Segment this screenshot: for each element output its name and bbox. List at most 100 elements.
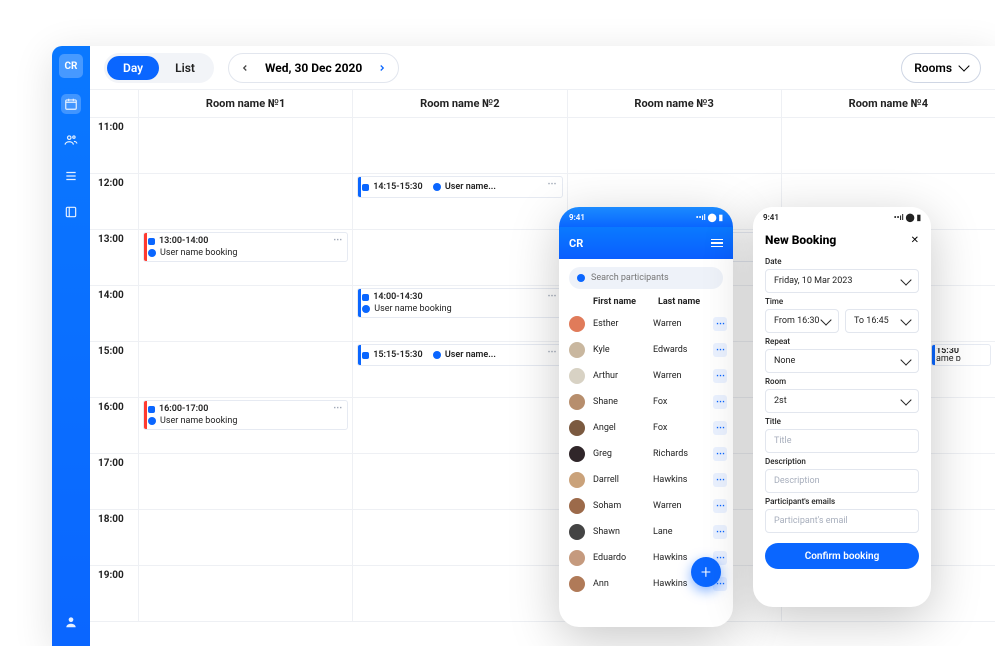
participant-row[interactable]: Soham Warren ⋯: [569, 493, 727, 519]
emails-input[interactable]: Participant's email: [765, 509, 919, 533]
rooms-dropdown-label: Rooms: [914, 61, 952, 75]
row-menu-icon[interactable]: ⋯: [713, 343, 727, 357]
description-input[interactable]: Description: [765, 469, 919, 493]
user-icon[interactable]: [61, 612, 81, 632]
first-name: Kyle: [593, 345, 645, 355]
avatar: [569, 368, 585, 384]
emails-label: Participant's emails: [765, 497, 919, 506]
room-label: Room: [765, 377, 919, 386]
participant-row[interactable]: Shane Fox ⋯: [569, 389, 727, 415]
view-list-button[interactable]: List: [159, 56, 211, 80]
event[interactable]: 15:15-15:30 User name... ⋯: [357, 344, 562, 366]
list-icon[interactable]: [61, 166, 81, 186]
mobile-logo[interactable]: CR: [569, 237, 583, 250]
last-name: Fox: [653, 397, 705, 407]
time-to-select[interactable]: To 16:45: [845, 309, 919, 333]
participant-row[interactable]: Greg Richards ⋯: [569, 441, 727, 467]
col-first: First name: [593, 297, 658, 307]
rooms-dropdown[interactable]: Rooms: [901, 53, 981, 83]
more-icon[interactable]: ⋯: [548, 291, 558, 301]
first-name: Ann: [593, 579, 645, 589]
app-logo[interactable]: CR: [59, 54, 83, 78]
last-name: Fox: [653, 423, 705, 433]
hour-label: 19:00: [90, 566, 138, 621]
more-icon[interactable]: ⋯: [548, 179, 558, 189]
participants-mobile: 9:41 ••ıl ⬤ ▮ CR First name Last name Es…: [559, 207, 733, 627]
participant-row[interactable]: Darrell Hawkins ⋯: [569, 467, 727, 493]
avatar: [569, 498, 585, 514]
first-name: Greg: [593, 449, 645, 459]
avatar: [569, 576, 585, 592]
last-name: Edwards: [653, 345, 705, 355]
view-day-button[interactable]: Day: [107, 56, 159, 80]
status-time: 9:41: [569, 213, 585, 222]
row-menu-icon[interactable]: ⋯: [713, 525, 727, 539]
more-icon[interactable]: ⋯: [548, 347, 558, 357]
row-menu-icon[interactable]: ⋯: [713, 421, 727, 435]
event[interactable]: 13:00-14:00 User name booking ⋯: [143, 232, 348, 262]
event[interactable]: 15:30 ame b: [931, 344, 991, 366]
next-day-button[interactable]: [370, 56, 394, 80]
row-menu-icon[interactable]: ⋯: [713, 395, 727, 409]
search-input[interactable]: [569, 267, 723, 289]
calendar-icon[interactable]: [61, 94, 81, 114]
date-picker: Wed, 30 Dec 2020: [228, 53, 399, 83]
rooms-icon[interactable]: [61, 202, 81, 222]
chevron-down-icon: [900, 274, 911, 285]
signal-icon: ••ıl ⬤ ▮: [894, 213, 921, 222]
row-menu-icon[interactable]: ⋯: [713, 499, 727, 513]
status-time: 9:41: [763, 213, 779, 222]
first-name: Shawn: [593, 527, 645, 537]
participant-row[interactable]: Esther Warren ⋯: [569, 311, 727, 337]
people-icon[interactable]: [61, 130, 81, 150]
menu-icon[interactable]: [711, 239, 723, 248]
participant-row[interactable]: Angel Fox ⋯: [569, 415, 727, 441]
row-menu-icon[interactable]: ⋯: [713, 369, 727, 383]
topbar: Day List Wed, 30 Dec 2020 Rooms: [90, 46, 995, 90]
last-name: Warren: [653, 501, 705, 511]
date-label: Date: [765, 257, 919, 266]
first-name: Shane: [593, 397, 645, 407]
mobile-header: CR: [559, 227, 733, 259]
hour-label: 12:00: [90, 174, 138, 229]
add-participant-button[interactable]: +: [691, 557, 721, 587]
room-select[interactable]: 2st: [765, 389, 919, 413]
event[interactable]: 14:00-14:30 User name booking ⋯: [357, 288, 562, 318]
more-icon[interactable]: ⋯: [333, 235, 343, 245]
event[interactable]: 14:15-15:30 User name... ⋯: [357, 176, 562, 198]
title-label: Title: [765, 417, 919, 426]
first-name: Angel: [593, 423, 645, 433]
hour-label: 16:00: [90, 398, 138, 453]
participant-row[interactable]: Arthur Warren ⋯: [569, 363, 727, 389]
participants-list: Esther Warren ⋯ Kyle Edwards ⋯ Arthur Wa…: [559, 311, 733, 597]
repeat-select[interactable]: None: [765, 349, 919, 373]
last-name: Richards: [653, 449, 705, 459]
search-field[interactable]: [591, 273, 715, 283]
current-date[interactable]: Wed, 30 Dec 2020: [257, 61, 370, 75]
date-select[interactable]: Friday, 10 Mar 2023: [765, 269, 919, 293]
row-menu-icon[interactable]: ⋯: [713, 447, 727, 461]
prev-day-button[interactable]: [233, 56, 257, 80]
time-from-select[interactable]: From 16:30: [765, 309, 839, 333]
participant-row[interactable]: Shawn Lane ⋯: [569, 519, 727, 545]
last-name: Warren: [653, 371, 705, 381]
room-col-4: Room name №4: [781, 90, 995, 117]
chevron-down-icon: [900, 354, 911, 365]
chevron-down-icon: [820, 314, 831, 325]
signal-icon: ••ıl ⬤ ▮: [696, 213, 723, 222]
confirm-booking-button[interactable]: Confirm booking: [765, 543, 919, 569]
close-icon[interactable]: ✕: [911, 235, 919, 246]
view-toggle: Day List: [104, 53, 214, 83]
row-menu-icon[interactable]: ⋯: [713, 317, 727, 331]
more-icon[interactable]: ⋯: [333, 403, 343, 413]
title-input[interactable]: Title: [765, 429, 919, 453]
avatar: [569, 394, 585, 410]
event[interactable]: 16:00-17:00 User name booking ⋯: [143, 400, 348, 430]
participant-row[interactable]: Kyle Edwards ⋯: [569, 337, 727, 363]
avatar: [569, 316, 585, 332]
description-label: Description: [765, 457, 919, 466]
status-bar: 9:41 ••ıl ⬤ ▮: [559, 207, 733, 227]
row-menu-icon[interactable]: ⋯: [713, 473, 727, 487]
last-name: Hawkins: [653, 475, 705, 485]
chevron-down-icon: [900, 314, 911, 325]
